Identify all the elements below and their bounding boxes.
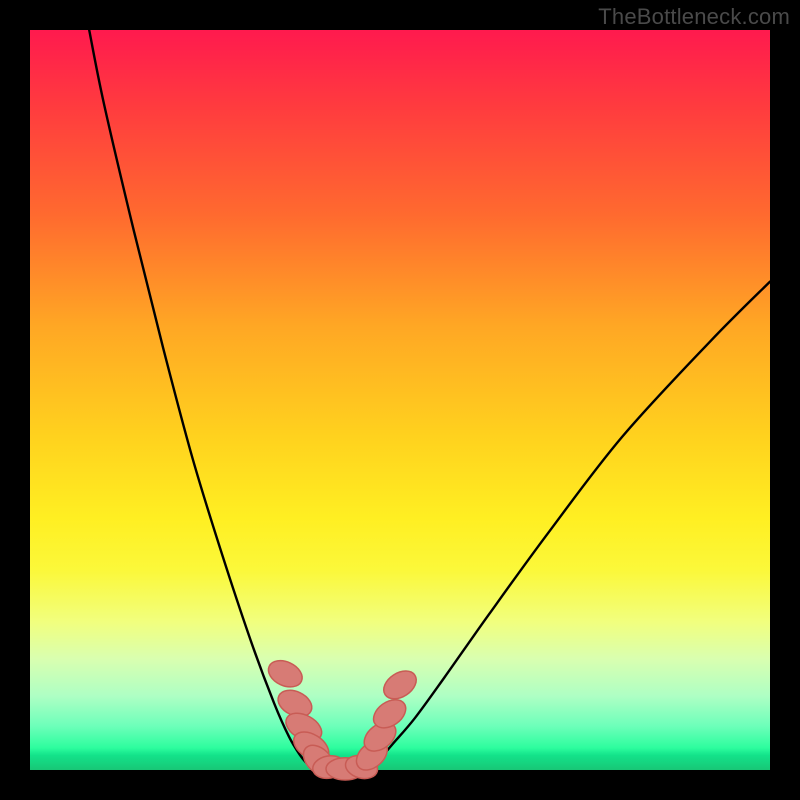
marker-right-cluster-top — [379, 665, 422, 704]
data-markers — [264, 656, 421, 782]
outer-frame: TheBottleneck.com — [0, 0, 800, 800]
plot-area — [30, 30, 770, 770]
bottleneck-curve — [89, 30, 770, 771]
chart-svg — [30, 30, 770, 770]
marker-left-cluster-top — [264, 656, 306, 692]
watermark-text: TheBottleneck.com — [598, 4, 790, 30]
